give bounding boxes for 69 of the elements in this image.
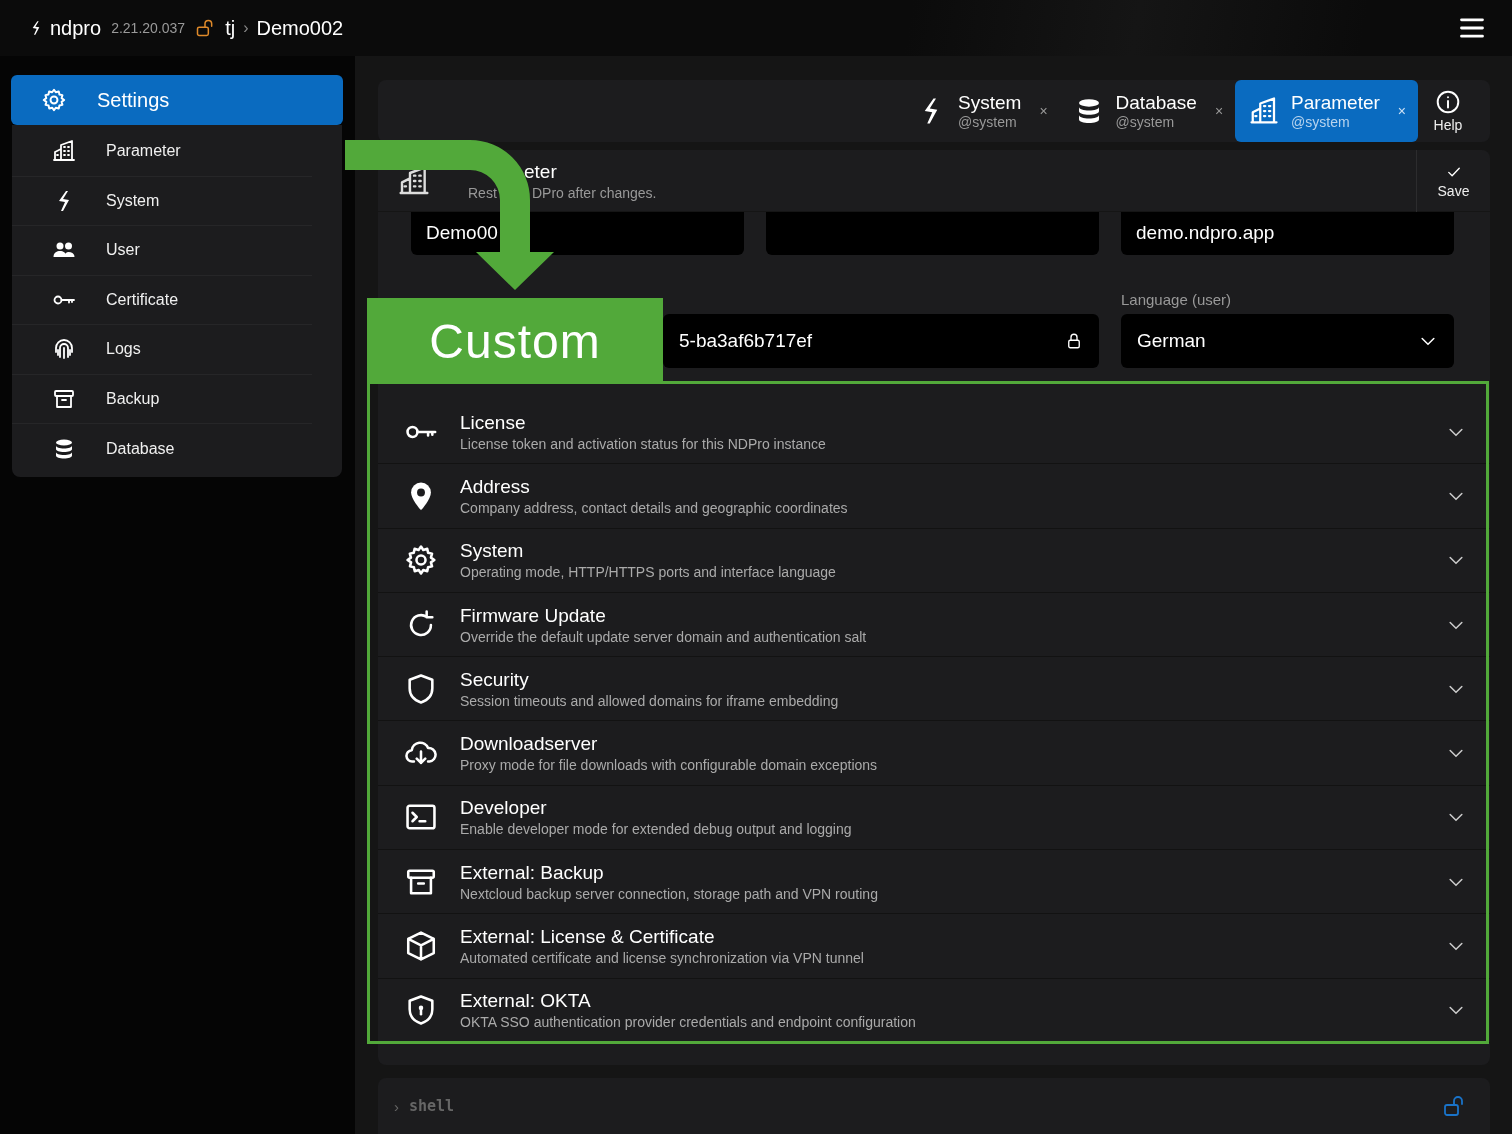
settings-icon (41, 87, 67, 113)
input-field[interactable] (766, 212, 1099, 255)
callout-label: Custom (367, 298, 663, 384)
section-row[interactable]: External: Backup Nextcloud backup server connection, storage path and VPN routing (378, 850, 1490, 915)
section-row[interactable]: External: License & Certificate Automated certificate and license synchronization via VPN tunnel (378, 914, 1490, 979)
user-name[interactable]: tj (225, 16, 236, 40)
sidebar-item[interactable]: System (12, 176, 312, 226)
section-title: External: Backup (460, 861, 605, 884)
sidebar-item[interactable]: Certificate (12, 275, 312, 325)
sidebar-item[interactable]: Logs (12, 325, 312, 375)
info-icon (1435, 89, 1461, 115)
section-row[interactable]: License License token and activation status for this NDPro instance (378, 400, 1490, 465)
section-row[interactable]: Firmware Update Override the default update server domain and authentication salt (378, 592, 1490, 658)
section-row[interactable]: System Operating mode, HTTP/HTTPS ports and interface language (378, 528, 1490, 593)
section-description: Session timeouts and allowed domains for iframe embedding (460, 692, 840, 709)
key-field[interactable]: 5-ba3af6b717ef (663, 314, 1099, 368)
input-field[interactable]: demo.ndpro.app (1121, 212, 1454, 255)
settings-label: Settings (97, 88, 170, 112)
breadcrumb-separator: › (243, 19, 249, 37)
prompt-symbol: › (394, 1097, 399, 1115)
instance-name[interactable]: Demo002 (256, 16, 344, 40)
section-description: Automated certificate and license synchronization via VPN tunnel (460, 950, 865, 966)
section-row[interactable]: Address Company address, contact details and geographic coordinates (378, 464, 1490, 529)
lock-icon (1065, 331, 1083, 351)
section-description: OKTA SSO authentication provider credentials and endpoint configuration (460, 1014, 917, 1031)
section-row[interactable]: External: OKTA OKTA SSO authentication provider credentials and endpoint configuration (378, 978, 1490, 1043)
section-description: License token and activation status for this NDPro instance (460, 435, 827, 452)
input-field[interactable]: Demo00 (411, 212, 744, 255)
close-button[interactable]: × (1039, 103, 1048, 119)
sidebar-item[interactable]: User (12, 226, 312, 276)
section-row[interactable]: Security Session timeouts and allowed domains for iframe embedding (378, 657, 1490, 722)
close-button[interactable]: × (1214, 103, 1224, 119)
section-title: System (460, 540, 525, 563)
panel-subtitle: Rest (468, 184, 498, 201)
panel-title: eter (524, 160, 557, 183)
field-label: Language (user) (1121, 291, 1233, 308)
sidebar-item[interactable]: Parameter (12, 127, 312, 177)
section-description: Override the default update server domain and authentication salt (460, 628, 868, 645)
language-dropdown[interactable]: German (1121, 314, 1454, 368)
panel-subtitle: DPro after changes. (532, 184, 657, 201)
sidebar-item[interactable]: Database (12, 424, 312, 474)
section-row[interactable]: Developer Enable developer mode for extended debug output and logging (378, 785, 1490, 851)
close-button[interactable]: × (1397, 103, 1406, 119)
section-title: Firmware Update (460, 604, 607, 627)
section-title: License (460, 411, 527, 434)
section-row[interactable]: Downloadserver Proxy mode for file downloads with configurable domain exceptions (378, 721, 1490, 786)
section-description: Proxy mode for file downloads with configurable domain exceptions (460, 757, 879, 774)
section-title: Address (460, 475, 531, 498)
building-icon (52, 139, 76, 164)
sidebar-item[interactable]: Backup (12, 374, 312, 424)
section-description: Company address, contact details and geographic coordinates (460, 499, 849, 516)
help-button[interactable]: Help (1418, 89, 1478, 133)
save-button[interactable]: Save (1416, 150, 1490, 212)
section-title: Downloadserver (460, 733, 599, 756)
section-title: Security (460, 668, 530, 691)
settings-header[interactable]: Settings (11, 75, 343, 125)
cube-icon (404, 929, 438, 963)
section-title: External: OKTA (460, 990, 592, 1013)
section-description: Enable developer mode for extended debug output and logging (460, 821, 853, 838)
brand-name: ndpro (50, 16, 102, 40)
section-description: Nextcloud backup server connection, storage path and VPN routing (460, 885, 879, 902)
settings-icon (404, 543, 438, 578)
section-title: Developer (460, 797, 548, 820)
fingerprint-icon (52, 337, 76, 362)
unlocked-lock-icon[interactable] (1442, 1094, 1466, 1118)
version-label: 2.21.20.037 (111, 20, 186, 36)
building-icon (1249, 96, 1280, 126)
section-title: External: License & Certificate (460, 926, 716, 948)
section-description: Operating mode, HTTP/HTTPS ports and interface language (460, 564, 837, 581)
